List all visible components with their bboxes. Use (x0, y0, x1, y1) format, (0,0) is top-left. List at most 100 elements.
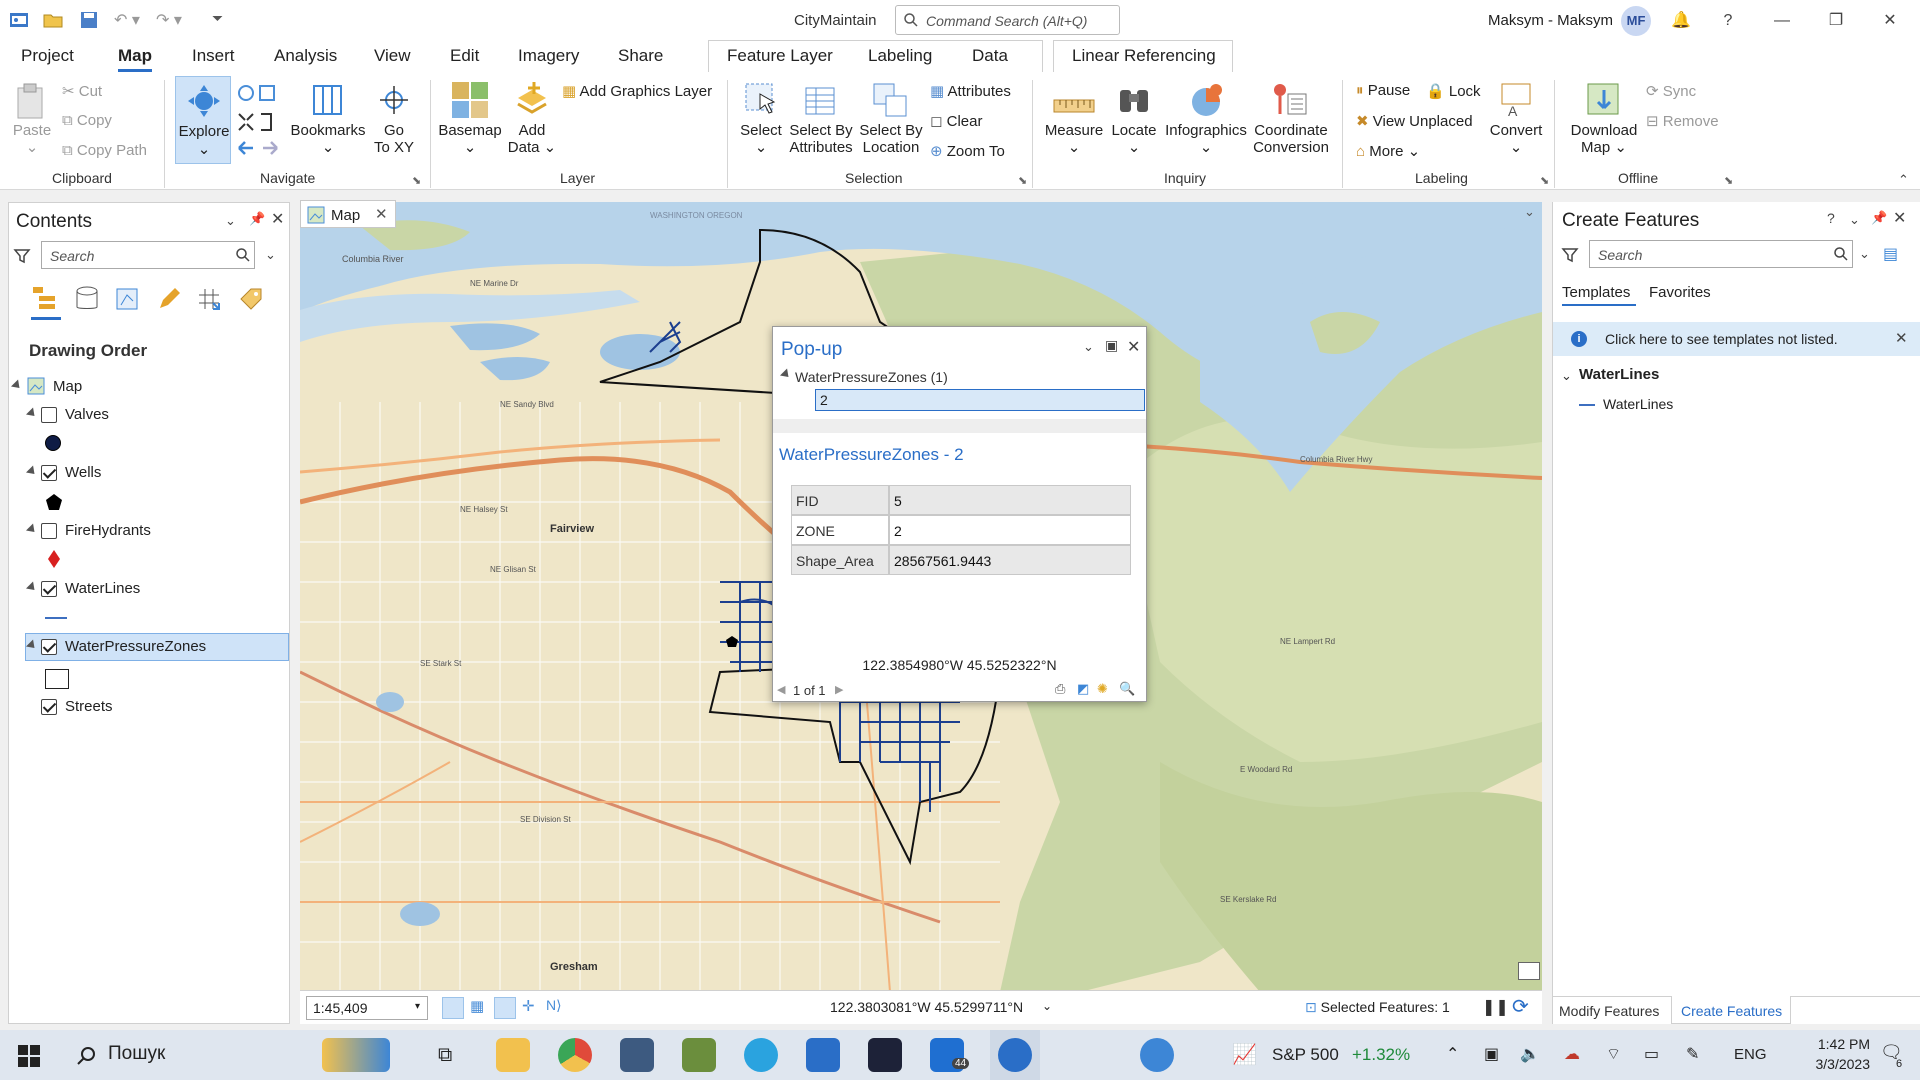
info-bar[interactable]: i Click here to see templates not listed… (1553, 322, 1920, 356)
pycharm-icon[interactable] (868, 1038, 902, 1072)
layer-firehydrants[interactable]: FireHydrants (9, 519, 289, 545)
popup-prev-icon[interactable]: ◀ (777, 683, 785, 696)
selected-features-status[interactable]: ⊡ Selected Features: 1 (1305, 999, 1450, 1016)
onedrive-icon[interactable]: ☁ (1564, 1044, 1580, 1064)
filter-icon[interactable] (1561, 246, 1579, 264)
attributes-button[interactable]: ▦ Attributes (930, 82, 1011, 100)
close-pane-icon[interactable]: ✕ (271, 209, 284, 229)
undo-icon[interactable]: ↶ ▾ (114, 10, 140, 30)
go-to-xy-button[interactable]: Go To XY (372, 122, 416, 156)
navigate-options-icon[interactable]: ⬊ (412, 174, 421, 187)
battery-icon[interactable]: ▭ (1644, 1044, 1659, 1064)
cut-button[interactable]: ✂ Cut (62, 82, 102, 100)
help-icon[interactable]: ? (1827, 210, 1835, 226)
tab-view[interactable]: View (374, 46, 411, 66)
restore-button[interactable]: ❐ (1823, 8, 1849, 34)
waterpressurezones-symbol-icon[interactable] (45, 669, 69, 689)
layer-valves[interactable]: Valves (9, 403, 289, 429)
remove-button[interactable]: ⊟ Remove (1646, 112, 1719, 130)
valves-symbol-icon[interactable] (45, 435, 61, 451)
map-tab-options-icon[interactable]: ⌄ (1524, 204, 1535, 220)
close-tab-icon[interactable]: ✕ (375, 205, 388, 223)
collapse-icon[interactable] (25, 465, 39, 478)
popup-next-icon[interactable]: ▶ (835, 683, 843, 696)
clear-selection-button[interactable]: ◻ Clear (930, 112, 982, 130)
select-by-location-button[interactable]: Select By Location (856, 122, 926, 156)
tab-imagery[interactable]: Imagery (518, 46, 579, 66)
layer-waterpressurezones[interactable]: WaterPressureZones (9, 635, 289, 661)
add-graphics-layer-button[interactable]: ▦ Add Graphics Layer (562, 82, 712, 100)
snapping-icon[interactable] (494, 997, 516, 1019)
list-by-editing-icon[interactable] (155, 285, 183, 313)
list-by-selection-icon[interactable] (113, 285, 141, 313)
sync-button[interactable]: ⟳ Sync (1646, 82, 1696, 100)
zoom-to-selection-button[interactable]: ⊕ Zoom To (930, 142, 1005, 160)
select-by-attributes-button[interactable]: Select By Attributes (786, 122, 856, 156)
convert-button[interactable]: Convert ⌄ (1484, 122, 1548, 156)
bookmarks-button[interactable]: Bookmarks ⌄ (290, 122, 366, 156)
collapse-icon[interactable] (25, 523, 39, 536)
language-indicator[interactable]: ENG (1734, 1046, 1767, 1063)
open-project-icon[interactable] (42, 9, 64, 31)
copy-path-button[interactable]: ⧉ Copy Path (62, 142, 147, 159)
taskbar-search-input[interactable]: Пошук (108, 1043, 165, 1065)
filter-icon[interactable] (13, 247, 31, 265)
show-hidden-icons[interactable]: ⌃ (1446, 1044, 1459, 1064)
scale-selector[interactable]: 1:45,409 ▾ (306, 996, 428, 1020)
more-labeling-button[interactable]: ⌂ More ⌄ (1356, 142, 1420, 160)
avatar[interactable]: MF (1621, 6, 1651, 36)
tab-modify-features[interactable]: Modify Features (1559, 1003, 1659, 1019)
ticker-name[interactable]: S&P 500 (1272, 1045, 1339, 1065)
widgets-icon[interactable] (322, 1038, 390, 1072)
download-map-button[interactable]: Download Map ⌄ (1566, 122, 1642, 156)
refresh-icon[interactable]: ⟳ (1512, 994, 1529, 1019)
map-view-tab[interactable]: Map ✕ (300, 200, 396, 228)
collapse-icon[interactable] (10, 379, 24, 392)
pause-labeling-button[interactable]: ⏸ Pause (1356, 82, 1410, 99)
popup-options-icon[interactable]: ⌄ (1083, 339, 1094, 355)
list-by-snapping-icon[interactable] (195, 285, 223, 313)
add-data-button[interactable]: Add Data ⌄ (506, 122, 558, 156)
tab-project[interactable]: Project (21, 46, 74, 66)
collapse-icon[interactable] (25, 639, 39, 652)
pin-icon[interactable]: 📌 (1871, 210, 1887, 226)
dismiss-info-icon[interactable]: ✕ (1895, 329, 1908, 347)
copy-button[interactable]: ⧉ Copy (62, 112, 112, 129)
firehydrants-symbol-icon[interactable] (47, 549, 61, 569)
map-node[interactable]: Map (9, 375, 289, 401)
layer-wells[interactable]: Wells (9, 461, 289, 487)
collapse-icon[interactable]: ⌄ (1561, 368, 1572, 384)
navigate-tools-icon[interactable] (235, 82, 281, 168)
popup-close-icon[interactable]: ✕ (1127, 337, 1140, 357)
pause-drawing-icon[interactable]: ❚❚ (1482, 997, 1509, 1017)
lock-labels-button[interactable]: 🔒 Lock (1426, 82, 1481, 100)
popup-maximize-icon[interactable]: ▣ (1105, 337, 1118, 354)
layer-visibility-checkbox[interactable] (41, 407, 57, 423)
measure-button[interactable]: Measure ⌄ (1042, 122, 1106, 156)
tab-labeling[interactable]: Labeling (868, 46, 932, 66)
task-view-icon[interactable]: ⧉ (438, 1044, 452, 1067)
minecraft-icon[interactable] (682, 1038, 716, 1072)
infographics-button[interactable]: Infographics ⌄ (1164, 122, 1248, 156)
offline-options-icon[interactable]: ⬊ (1724, 174, 1733, 187)
layer-visibility-checkbox[interactable] (41, 523, 57, 539)
selection-options-icon[interactable]: ⬊ (1018, 174, 1027, 187)
telegram-icon[interactable] (744, 1038, 778, 1072)
tab-insert[interactable]: Insert (192, 46, 235, 66)
camera-icon[interactable]: ▣ (1484, 1044, 1499, 1064)
pane-options-icon[interactable]: ⌄ (1849, 212, 1860, 228)
popup-layer-node[interactable]: WaterPressureZones (1) (795, 369, 948, 385)
search-options-icon[interactable]: ⌄ (265, 247, 276, 263)
popup-splitter[interactable] (773, 419, 1146, 433)
collapse-icon[interactable] (779, 368, 793, 381)
view-unplaced-button[interactable]: ✖ View Unplaced (1356, 112, 1473, 130)
template-group[interactable]: WaterLines (1579, 366, 1659, 383)
contents-search-input[interactable]: Search (41, 241, 255, 269)
redo-icon[interactable]: ↷ ▾ (156, 10, 182, 30)
tab-analysis[interactable]: Analysis (274, 46, 337, 66)
search-options-icon[interactable]: ⌄ (1859, 246, 1870, 262)
quick-assist-icon[interactable] (1140, 1038, 1174, 1072)
arcgis-pro-icon[interactable] (998, 1038, 1032, 1072)
collapse-icon[interactable] (25, 407, 39, 420)
template-item[interactable]: WaterLines (1603, 396, 1673, 412)
